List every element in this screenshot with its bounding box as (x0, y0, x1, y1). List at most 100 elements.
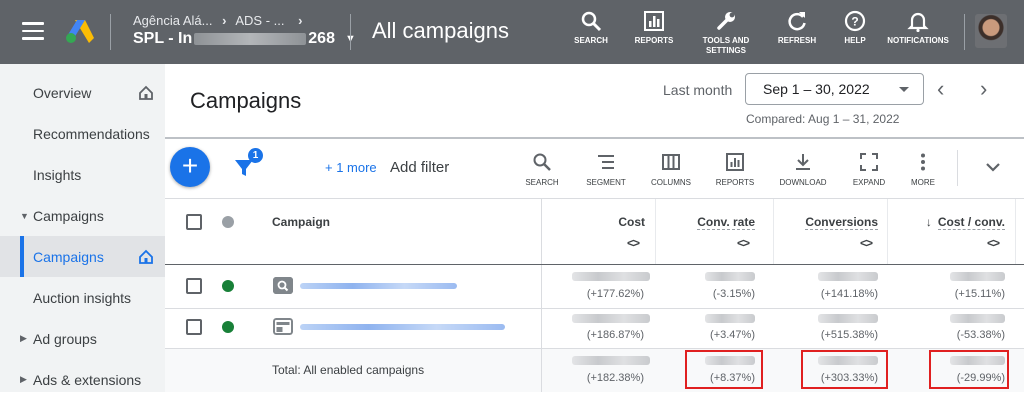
conv-rate-change: (+3.47%) (710, 329, 755, 341)
tool-label: SEGMENT (586, 178, 626, 187)
row-divider (165, 308, 1024, 309)
google-ads-logo[interactable] (66, 18, 94, 44)
search-icon (533, 153, 551, 171)
expand-column-icon[interactable]: <> (737, 236, 750, 250)
avatar[interactable] (975, 14, 1007, 48)
reports-button[interactable]: REPORTS (619, 10, 689, 46)
table-search-button[interactable]: SEARCH (514, 152, 570, 187)
add-campaign-button[interactable]: + (170, 147, 210, 187)
menu-icon[interactable] (22, 22, 44, 40)
expand-column-icon[interactable]: <> (627, 236, 640, 250)
divider (165, 198, 1024, 199)
add-filter-button[interactable]: Add filter (390, 159, 449, 176)
page-title: All campaigns (372, 18, 509, 43)
sidebar-item-label: Insights (33, 166, 82, 183)
cost-per-conv-value (950, 272, 1005, 281)
divider (165, 137, 1024, 139)
sidebar-item-overview[interactable]: Overview (0, 72, 165, 113)
account-name-start: SPL - In (133, 30, 193, 47)
column-header-label: Conv. rate (697, 215, 755, 230)
home-icon[interactable] (138, 85, 154, 101)
expand-column-icon[interactable]: <> (987, 236, 1000, 250)
wrench-icon (717, 12, 735, 30)
tool-label: REPORTS (715, 178, 755, 187)
more-vert-icon (921, 153, 925, 171)
column-header-conv-rate[interactable]: Conv. rate (668, 215, 755, 230)
column-header-cost[interactable]: Cost (600, 215, 645, 229)
campaign-name-link[interactable] (300, 283, 457, 289)
search-icon (581, 11, 602, 32)
reports-icon (644, 11, 664, 31)
download-icon (796, 154, 810, 170)
divider (964, 14, 965, 50)
more-filters-link[interactable]: + 1 more (325, 160, 377, 175)
tool-label: EXPAND (852, 178, 886, 187)
account-breadcrumb[interactable]: Agência Alá... › ADS - ... › (133, 13, 302, 28)
segment-icon (598, 155, 614, 169)
status-enabled-icon (222, 321, 234, 333)
previous-period-button[interactable]: ‹ (937, 78, 944, 100)
next-period-button[interactable]: › (980, 78, 987, 100)
sidebar-group-campaigns[interactable]: ▼ Campaigns (0, 195, 165, 236)
sidebar-item-label: Overview (33, 84, 92, 101)
cost-per-conv-change: (+15.11%) (954, 288, 1005, 300)
column-divider (1015, 199, 1016, 265)
columns-button[interactable]: COLUMNS (643, 152, 699, 187)
chevron-down-icon[interactable] (983, 157, 1003, 177)
total-cost-value (572, 356, 650, 365)
column-header-conversions[interactable]: Conversions (783, 215, 878, 230)
tool-label: COLUMNS (650, 178, 691, 187)
bell-icon (907, 12, 929, 32)
tool-label: DOWNLOAD (779, 178, 827, 187)
more-options-button[interactable]: MORE (895, 152, 951, 187)
search-button[interactable]: SEARCH (556, 10, 626, 46)
conversions-change: (+515.38%) (820, 329, 878, 341)
sidebar-item-insights[interactable]: Insights (0, 154, 165, 195)
divider (957, 150, 958, 186)
notifications-button[interactable]: NOTIFICATIONS (883, 10, 953, 46)
notifications-button-label: NOTIFICATIONS (887, 36, 949, 45)
highlight-box (685, 350, 763, 389)
table-reports-button[interactable]: REPORTS (707, 152, 763, 187)
header-divider (165, 264, 1024, 265)
campaign-name-link[interactable] (300, 324, 505, 330)
refresh-button-label: REFRESH (777, 36, 817, 45)
tool-label: SEARCH (525, 178, 559, 187)
caret-right-icon: ▶ (20, 333, 27, 343)
expand-column-icon[interactable]: <> (860, 236, 873, 250)
date-range-picker[interactable]: Sep 1 – 30, 2022 (745, 73, 924, 105)
sidebar-item-label: Auction insights (33, 289, 132, 306)
select-all-checkbox[interactable] (186, 214, 202, 230)
sidebar-item-label: Campaigns (33, 207, 104, 224)
sidebar: Overview Recommendations Insights ▼ Camp… (0, 64, 165, 392)
row-checkbox[interactable] (186, 319, 202, 335)
row-checkbox[interactable] (186, 278, 202, 294)
caret-down-icon: ▼ (20, 210, 29, 221)
segment-button[interactable]: SEGMENT (578, 152, 634, 187)
column-header-cost-per-conv[interactable]: ↓ Cost / conv. (905, 215, 1005, 230)
help-button[interactable]: ? HELP (820, 10, 890, 46)
tool-label: MORE (911, 178, 935, 187)
cost-value (572, 272, 650, 281)
sidebar-group-ad-groups[interactable]: ▶ Ad groups (0, 318, 165, 359)
comparison-range: Compared: Aug 1 – 31, 2022 (746, 112, 900, 126)
download-button[interactable]: DOWNLOAD (775, 152, 831, 187)
sidebar-item-campaigns[interactable]: Campaigns (0, 236, 165, 277)
sidebar-group-ads-extensions[interactable]: ▶ Ads & extensions (0, 359, 165, 400)
cost-change: (+186.87%) (586, 329, 644, 341)
caret-right-icon: ▶ (20, 374, 27, 384)
column-header-label: Conversions (805, 215, 878, 230)
date-range-label: Last month (663, 82, 733, 98)
expand-button[interactable]: EXPAND (841, 152, 897, 187)
conv-rate-value (705, 272, 755, 281)
sidebar-item-label: Campaigns (33, 248, 104, 265)
column-header-campaign[interactable]: Campaign (272, 215, 330, 229)
sidebar-item-recommendations[interactable]: Recommendations (0, 113, 165, 154)
sidebar-item-label: Ad groups (33, 330, 97, 347)
home-icon[interactable] (138, 249, 154, 265)
tools-and-settings-button[interactable]: TOOLS AND SETTINGS (691, 10, 761, 56)
redacted-account-id (194, 33, 307, 45)
account-selector[interactable]: SPL - In 268 ▼ (133, 30, 356, 48)
breadcrumb-sub-account: ADS - ... (235, 13, 285, 28)
sidebar-item-auction-insights[interactable]: Auction insights (0, 277, 165, 318)
